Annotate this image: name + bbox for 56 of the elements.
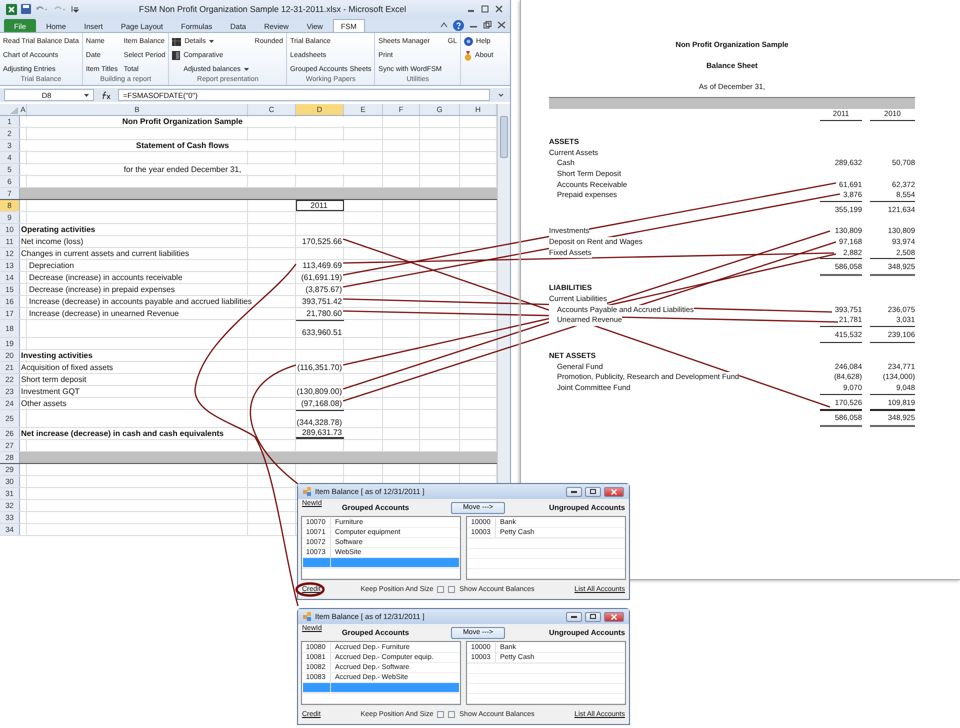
app-icon — [303, 612, 312, 621]
close-icon[interactable] — [497, 21, 506, 29]
help-icon — [464, 37, 474, 46]
table-cell: 289,631.73 — [296, 428, 344, 439]
table-cell: Other assets — [20, 399, 66, 408]
list-item[interactable] — [303, 683, 459, 693]
table-cell: Operating activities — [20, 225, 96, 234]
minimize-button[interactable] — [566, 612, 582, 622]
close-button[interactable] — [604, 612, 624, 622]
checkbox[interactable] — [437, 586, 444, 593]
checkbox[interactable] — [448, 586, 456, 593]
table-icon — [172, 38, 182, 46]
table-cell: (116,351.70) — [296, 363, 344, 372]
table-cell: Net income (loss) — [20, 237, 84, 246]
collapse-ribbon-icon[interactable] — [440, 21, 448, 29]
columns-icon — [172, 51, 180, 60]
window-title: FSM Non Profit Organization Sample 12-31-2011.xlsx - Microsoft Excel — [138, 4, 408, 14]
table-cell: Acquisition of fixed assets — [20, 363, 114, 372]
checkbox[interactable] — [437, 711, 444, 718]
maximize-icon — [590, 614, 596, 619]
table-cell: Net increase (decrease) in cash and cash equivalents — [20, 429, 224, 438]
minimize-icon — [571, 616, 577, 618]
table-cell: (344,328.78) — [296, 410, 344, 427]
function-icon[interactable] — [100, 90, 112, 100]
table-cell: 633,960.51 — [296, 320, 344, 337]
maximize-button[interactable] — [585, 612, 601, 622]
app-icon — [303, 487, 312, 496]
maximize-icon — [590, 489, 596, 494]
maximize-button[interactable] — [585, 486, 601, 496]
help-icon[interactable] — [453, 20, 464, 30]
table-cell: Investment GQT — [20, 387, 80, 396]
table-cell: Decrease (increase) in accounts receivable — [27, 273, 182, 282]
save-icon[interactable] — [21, 4, 31, 14]
checkbox[interactable] — [448, 711, 456, 718]
table-cell: Short term deposit — [20, 375, 86, 384]
dropdown-arrow-icon — [84, 94, 89, 96]
table-cell: Increase (decrease) in unearned Revenue — [27, 309, 179, 318]
close-button[interactable] — [604, 486, 624, 496]
table-cell: Changes in current assets and current liabilities — [20, 249, 190, 258]
table-cell: Depreciation — [27, 261, 74, 270]
table-cell: Decrease (increase) in prepaid expenses — [27, 285, 175, 294]
table-cell: Increase (decrease) in accounts payable and accrued liabilities — [27, 297, 252, 306]
customize-toolbar-icon[interactable] — [71, 4, 79, 14]
table-cell: (130,809.00) — [296, 387, 344, 396]
close-icon[interactable] — [494, 5, 504, 13]
minimize-icon — [571, 490, 577, 492]
table-cell: 2011 — [296, 200, 344, 211]
list-item[interactable] — [303, 558, 459, 568]
dropdown-arrow-icon — [244, 68, 249, 71]
excel-logo-icon — [6, 4, 17, 14]
close-icon — [611, 488, 617, 494]
table-cell: Investing activities — [20, 351, 93, 360]
minimize-button[interactable] — [566, 486, 582, 496]
close-icon — [611, 614, 617, 620]
medal-icon — [464, 50, 472, 60]
dropdown-arrow-icon — [208, 40, 214, 43]
